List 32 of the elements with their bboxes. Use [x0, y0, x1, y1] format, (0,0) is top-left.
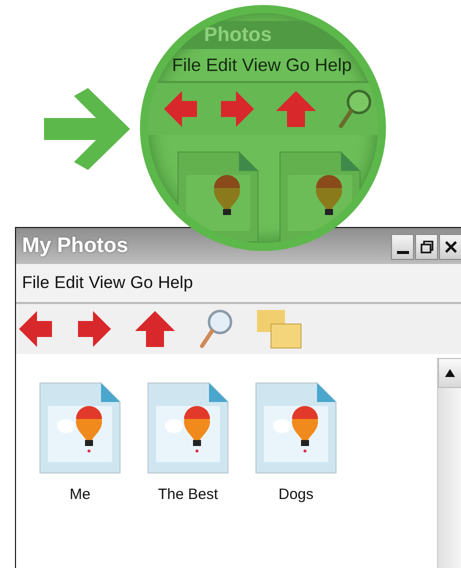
up-triangle-icon [445, 369, 455, 377]
scroll-up-button[interactable] [438, 358, 461, 388]
restore-icon [420, 240, 434, 254]
maximize-button[interactable] [415, 234, 438, 260]
up-arrow-icon[interactable] [135, 311, 175, 347]
file-name: Dogs [278, 486, 314, 503]
image-file-icon[interactable] [39, 382, 121, 474]
minimize-button[interactable] [391, 234, 414, 260]
menu-item[interactable]: File [22, 273, 50, 293]
close-button[interactable] [439, 234, 461, 260]
menu-item[interactable]: View [88, 273, 126, 293]
menu-item[interactable]: Edit [54, 273, 84, 293]
up-arrow-icon [276, 91, 316, 127]
image-file-icon[interactable] [255, 382, 337, 474]
pointer-arrow-icon [44, 88, 130, 170]
window-title: Photos [204, 24, 272, 46]
menu-item[interactable]: Help [158, 273, 193, 293]
forward-arrow-icon [220, 89, 254, 129]
search-icon [338, 89, 372, 129]
image-file-icon [177, 151, 259, 243]
minimize-icon [396, 250, 408, 254]
file-name: Me [70, 486, 90, 503]
search-icon[interactable] [199, 309, 233, 349]
file-name: The Best [158, 486, 218, 503]
menu-item[interactable]: Go [130, 273, 153, 293]
back-arrow-icon[interactable] [19, 309, 53, 349]
image-file-icon[interactable] [147, 382, 229, 474]
back-arrow-icon [164, 89, 198, 129]
close-icon [444, 240, 458, 254]
image-file-icon [279, 151, 361, 243]
forward-arrow-icon[interactable] [77, 309, 111, 349]
window-title: My Photos [22, 234, 128, 258]
